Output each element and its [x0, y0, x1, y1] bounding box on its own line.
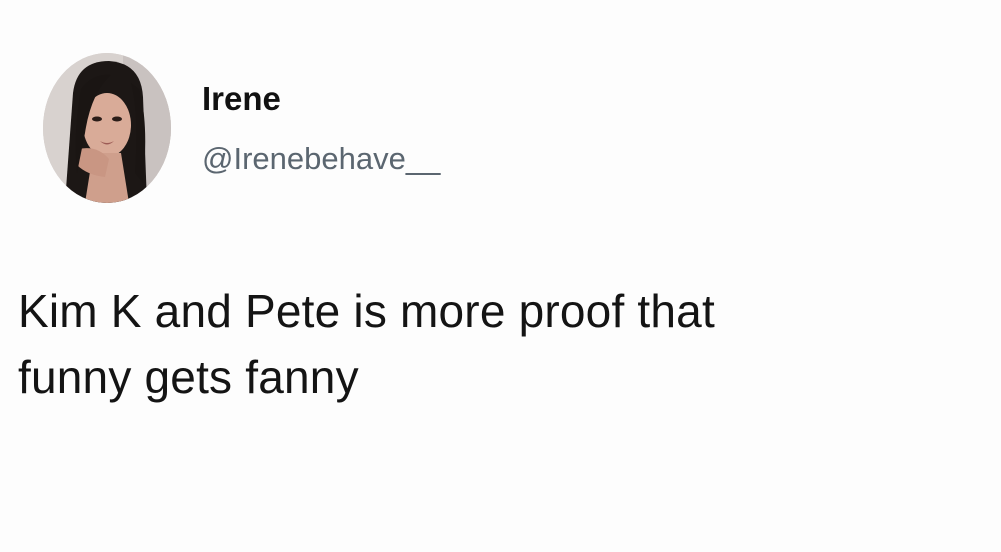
author-display-name[interactable]: Irene: [202, 82, 281, 115]
author-handle[interactable]: @Irenebehave__: [202, 143, 440, 174]
tweet-body: Kim K and Pete is more proof that funny …: [18, 278, 978, 410]
profile-photo-icon: [43, 53, 171, 203]
tweet-text-line: Kim K and Pete is more proof that: [18, 285, 715, 337]
avatar[interactable]: [43, 53, 171, 203]
tweet-card: Irene @Irenebehave__ Kim K and Pete is m…: [0, 0, 1001, 552]
tweet-text-line: funny gets fanny: [18, 351, 359, 403]
